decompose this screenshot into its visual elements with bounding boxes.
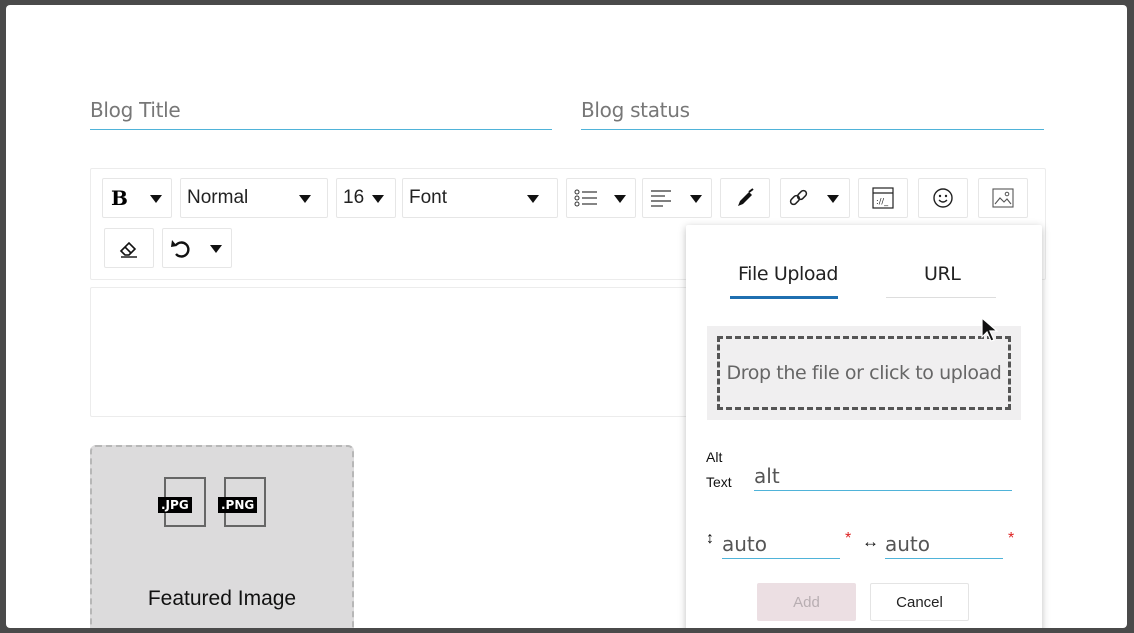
emoji-button[interactable] <box>918 178 968 218</box>
blog-status-placeholder: Blog status <box>581 98 690 122</box>
tab-active-indicator <box>730 296 838 299</box>
dropzone-border: Drop the file or click to upload <box>717 336 1011 410</box>
remove-formatting-button[interactable] <box>104 228 154 268</box>
align-icon <box>651 190 671 207</box>
alt-text-value: alt <box>754 464 780 488</box>
jpg-label: .JPG <box>158 497 192 513</box>
block-type-label: Normal <box>187 187 249 208</box>
width-icon: ↔ <box>862 532 879 551</box>
blog-title-placeholder: Blog Title <box>90 98 181 122</box>
dropzone-text: Drop the file or click to upload <box>726 362 1002 384</box>
height-input[interactable]: auto <box>722 528 840 559</box>
blog-status-input[interactable]: Blog status <box>581 93 1044 130</box>
color-picker-button[interactable] <box>720 178 770 218</box>
chevron-down-icon <box>614 195 626 203</box>
undo-dropdown[interactable] <box>162 228 232 268</box>
chevron-down-icon <box>210 245 222 253</box>
list-icon <box>574 189 597 207</box>
bold-icon: B <box>111 186 128 210</box>
height-required-mark: * <box>845 530 852 547</box>
chevron-down-icon <box>372 195 384 203</box>
alt-label-line2: Text <box>706 474 732 490</box>
link-icon <box>789 189 808 206</box>
svg-text:://_: ://_ <box>876 197 889 206</box>
list-dropdown[interactable] <box>566 178 636 218</box>
cancel-button[interactable]: Cancel <box>870 583 969 621</box>
image-icon <box>992 188 1014 208</box>
editor-content-area[interactable] <box>90 287 712 417</box>
mouse-cursor-icon <box>981 317 999 342</box>
font-family-label: Font <box>409 187 448 208</box>
align-dropdown[interactable] <box>642 178 712 218</box>
color-picker-icon <box>738 188 754 206</box>
chevron-down-icon <box>527 195 539 203</box>
width-input[interactable]: auto <box>885 528 1003 559</box>
featured-image-upload[interactable]: .JPG .PNG Featured Image <box>90 445 354 628</box>
app-window: Blog Title Blog status B Normal 16 Font <box>6 5 1127 628</box>
inline-style-dropdown[interactable]: B <box>102 178 172 218</box>
height-icon: ↕ <box>706 530 714 547</box>
chevron-down-icon <box>299 195 311 203</box>
font-size-label: 16 <box>343 187 365 208</box>
png-label: .PNG <box>218 497 258 513</box>
height-value: auto <box>722 532 768 556</box>
undo-icon <box>171 240 190 258</box>
blog-title-input[interactable]: Blog Title <box>90 93 552 130</box>
alt-label-line1: Alt <box>706 449 723 465</box>
embed-icon: ://_ <box>872 187 894 209</box>
chevron-down-icon <box>827 195 839 203</box>
image-button[interactable] <box>978 178 1028 218</box>
jpg-file-icon: .JPG <box>158 477 206 527</box>
chevron-down-icon <box>690 195 702 203</box>
image-upload-popup: File Upload URL Drop the file or click t… <box>686 225 1042 628</box>
emoji-icon <box>933 188 953 208</box>
tab-file-upload[interactable]: File Upload <box>738 263 838 285</box>
png-file-icon: .PNG <box>218 477 266 527</box>
tab-url-underline <box>886 297 996 298</box>
width-value: auto <box>885 532 931 556</box>
featured-image-caption: Featured Image <box>147 587 297 610</box>
eraser-icon <box>119 241 137 258</box>
block-type-dropdown[interactable]: Normal <box>180 178 328 218</box>
tab-url[interactable]: URL <box>924 263 961 285</box>
link-dropdown[interactable] <box>780 178 850 218</box>
font-family-dropdown[interactable]: Font <box>402 178 558 218</box>
file-dropzone[interactable]: Drop the file or click to upload <box>707 326 1021 420</box>
alt-text-input[interactable]: alt <box>754 460 1012 491</box>
chevron-down-icon <box>150 195 162 203</box>
width-required-mark: * <box>1008 530 1015 547</box>
font-size-dropdown[interactable]: 16 <box>336 178 396 218</box>
embed-button[interactable]: ://_ <box>858 178 908 218</box>
add-button[interactable]: Add <box>757 583 856 621</box>
